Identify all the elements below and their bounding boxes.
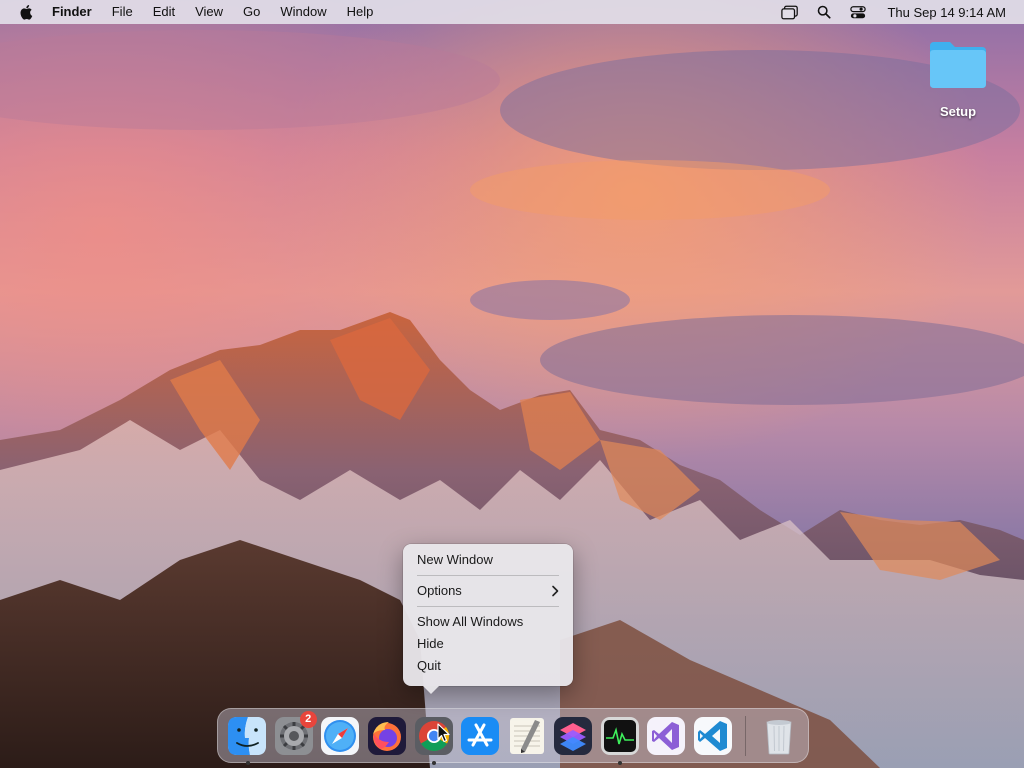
menu-file[interactable]: File bbox=[102, 0, 143, 24]
menu-item-label: Quit bbox=[417, 658, 441, 673]
menu-item-options[interactable]: Options bbox=[409, 580, 567, 602]
running-indicator bbox=[618, 760, 623, 765]
apple-logo-icon[interactable] bbox=[18, 3, 36, 21]
window-switcher-icon[interactable] bbox=[779, 3, 801, 21]
menu-item-show-all-windows[interactable]: Show All Windows bbox=[409, 611, 567, 633]
menu-bar-clock[interactable]: Thu Sep 14 9:14 AM bbox=[887, 5, 1006, 20]
dock-item-activity-monitor[interactable] bbox=[599, 715, 641, 765]
menu-item-label: Hide bbox=[417, 636, 444, 651]
dock-item-firefox[interactable] bbox=[366, 715, 408, 757]
menu-item-new-window[interactable]: New Window bbox=[409, 549, 567, 571]
app-store-icon bbox=[461, 716, 500, 755]
dock-separator bbox=[745, 715, 747, 756]
shortcuts-icon bbox=[554, 716, 593, 755]
menu-item-label: Show All Windows bbox=[417, 614, 524, 629]
desktop-folder-setup[interactable]: Setup bbox=[922, 36, 994, 126]
firefox-icon bbox=[368, 716, 407, 755]
menu-item-label: New Window bbox=[417, 552, 493, 567]
notification-badge: 2 bbox=[299, 710, 317, 728]
menu-bar-status-area: Thu Sep 14 9:14 AM bbox=[773, 0, 1024, 24]
dock-item-trash[interactable] bbox=[758, 715, 800, 757]
search-icon[interactable] bbox=[813, 3, 835, 21]
dock-item-shortcuts[interactable] bbox=[553, 715, 595, 757]
menu-go[interactable]: Go bbox=[233, 0, 270, 24]
compass-icon bbox=[321, 716, 360, 755]
folder-icon bbox=[930, 42, 986, 88]
dock-item-textedit[interactable] bbox=[506, 715, 548, 757]
menu-item-quit[interactable]: Quit bbox=[409, 655, 567, 677]
dock-item-finder[interactable] bbox=[227, 715, 269, 765]
menu-view[interactable]: View bbox=[185, 0, 233, 24]
visual-studio-icon bbox=[647, 716, 686, 755]
trash-icon bbox=[766, 719, 792, 754]
vscode-icon bbox=[694, 716, 733, 755]
running-indicator bbox=[431, 760, 436, 765]
running-indicator bbox=[245, 760, 250, 765]
menu-separator bbox=[417, 575, 559, 576]
dock-item-app-store[interactable] bbox=[459, 715, 501, 757]
dock-item-safari[interactable] bbox=[320, 715, 362, 757]
dock-item-system-settings[interactable]: 2 bbox=[273, 710, 317, 757]
menu-bar: Finder File Edit View Go Window Help Thu… bbox=[0, 0, 1024, 24]
dock-item-vscode[interactable] bbox=[692, 715, 734, 757]
menu-item-hide[interactable]: Hide bbox=[409, 633, 567, 655]
menu-separator bbox=[417, 606, 559, 607]
dock: 2 bbox=[217, 708, 809, 765]
dock-item-visual-studio[interactable] bbox=[646, 715, 688, 757]
menu-help[interactable]: Help bbox=[337, 0, 384, 24]
menu-item-label: Options bbox=[417, 583, 462, 598]
finder-icon bbox=[228, 716, 267, 755]
menu-edit[interactable]: Edit bbox=[143, 0, 185, 24]
dock-context-menu: New Window Options Show All Windows Hide… bbox=[403, 544, 573, 694]
menu-app-name[interactable]: Finder bbox=[52, 0, 102, 24]
mouse-pointer-icon bbox=[437, 723, 450, 743]
control-center-icon[interactable] bbox=[847, 3, 869, 21]
textedit-icon bbox=[509, 717, 544, 754]
menu-window[interactable]: Window bbox=[270, 0, 336, 24]
chevron-right-icon bbox=[552, 585, 559, 597]
desktop-folder-label: Setup bbox=[939, 104, 977, 119]
activity-monitor-icon bbox=[600, 716, 639, 755]
